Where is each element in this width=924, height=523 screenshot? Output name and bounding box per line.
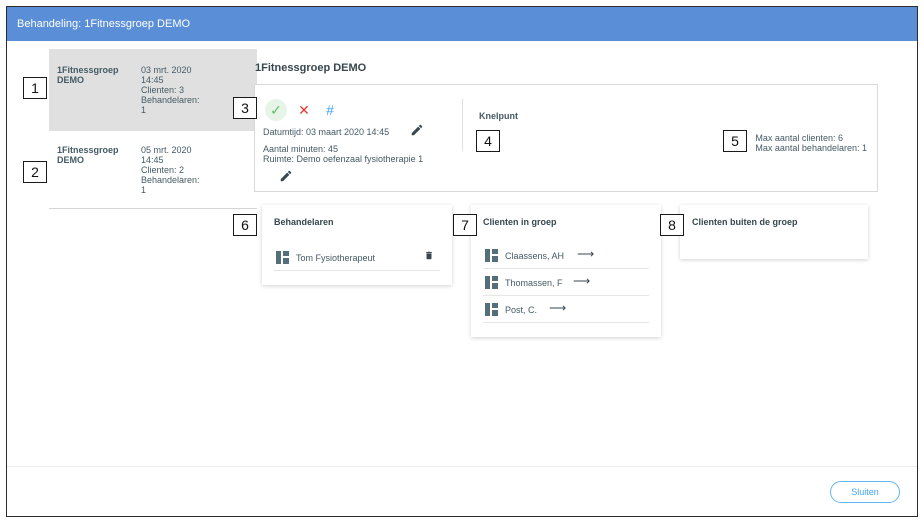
annotation-marker: 5 [723, 130, 747, 152]
session-name: 1Fitnessgroep DEMO [57, 145, 119, 165]
check-icon[interactable]: ✓ [265, 99, 287, 121]
close-button[interactable]: Sluiten [830, 481, 900, 503]
page-title: 1Fitnessgroep DEMO [255, 62, 367, 74]
session-date: 03 mrt. 2020 [141, 65, 192, 75]
datetime-text: Datumtijd: 03 maart 2020 14:45 [263, 127, 390, 137]
session-meta: 05 mrt. 2020 14:45 Clienten: 2 Behandela… [141, 145, 253, 195]
session-clients: Clienten: 3 [141, 85, 185, 95]
person-icon [485, 249, 498, 262]
client-name: Post, C. [505, 305, 538, 315]
person-icon [485, 303, 498, 316]
list-item[interactable]: Claassens, AH ⟶ [483, 243, 649, 269]
person-icon [485, 276, 498, 289]
person-icon [276, 251, 289, 264]
clients-outside-group-card: Clienten buiten de groep [680, 205, 868, 259]
session-time: 14:45 [141, 75, 164, 85]
annotation-marker: 3 [233, 97, 257, 119]
list-item[interactable]: Tom Fysiotherapeut [274, 245, 440, 271]
therapists-card-title: Behandelaren [274, 217, 334, 227]
annotation-marker: 6 [233, 214, 257, 236]
close-icon[interactable]: ✕ [293, 99, 315, 121]
session-item-1[interactable]: 1Fitnessgroep DEMO 03 mrt. 2020 14:45 Cl… [49, 49, 257, 131]
delete-icon[interactable] [424, 249, 434, 262]
dialog-title: Behandeling: 1Fitnessgroep DEMO [7, 7, 917, 41]
clients-card-title: Clienten in groep [483, 217, 557, 227]
session-time: 14:45 [141, 155, 164, 165]
knelpunt-label: Knelpunt [479, 111, 518, 121]
list-item[interactable]: Post, C. ⟶ [483, 297, 649, 323]
annotation-marker: 2 [23, 161, 47, 183]
arrow-right-icon[interactable]: ⟶ [549, 301, 566, 315]
session-date: 05 mrt. 2020 [141, 145, 192, 155]
footer-divider [7, 466, 917, 467]
session-therapists-count: 1 [141, 185, 147, 195]
client-name: Thomassen, F [505, 278, 563, 288]
max-therapists-text: Max aantal behandelaren: 1 [755, 143, 867, 153]
session-list: 1Fitnessgroep DEMO 03 mrt. 2020 14:45 Cl… [49, 49, 257, 209]
capacity-info: Max aantal clienten: 6 Max aantal behand… [755, 133, 867, 153]
annotation-marker: 1 [23, 77, 47, 99]
session-clients: Clienten: 2 [141, 165, 185, 175]
minutes-text: Aantal minuten: 45 [263, 144, 339, 154]
hash-icon[interactable]: # [319, 99, 341, 121]
dialog-window: Behandeling: 1Fitnessgroep DEMO 1Fitness… [6, 6, 918, 517]
arrow-right-icon[interactable]: ⟶ [577, 247, 594, 261]
clients-in-group-card: Clienten in groep Claassens, AH ⟶ Thomas… [471, 205, 661, 337]
session-item-2[interactable]: 1Fitnessgroep DEMO 05 mrt. 2020 14:45 Cl… [49, 129, 257, 211]
therapists-card: Behandelaren Tom Fysiotherapeut [262, 205, 452, 285]
annotation-marker: 7 [453, 214, 477, 236]
divider [462, 99, 463, 151]
annotation-marker: 4 [476, 130, 500, 152]
therapist-name: Tom Fysiotherapeut [296, 253, 376, 263]
edit-room-icon[interactable] [279, 169, 293, 183]
session-name: 1Fitnessgroep DEMO [57, 65, 119, 85]
room-text: Ruimte: Demo oefenzaal fysiotherapie 1 [263, 154, 424, 164]
outside-card-title: Clienten buiten de groep [692, 217, 798, 227]
arrow-right-icon[interactable]: ⟶ [573, 274, 590, 288]
annotation-marker: 8 [660, 214, 684, 236]
session-info-card: ✓ ✕ # Datumtijd: 03 maart 2020 14:45 Aan… [254, 84, 878, 192]
edit-datetime-icon[interactable] [410, 123, 424, 137]
session-therapists-label: Behandelaren: [141, 175, 200, 185]
list-item[interactable]: Thomassen, F ⟶ [483, 270, 649, 296]
max-clients-text: Max aantal clienten: 6 [755, 133, 843, 143]
client-name: Claassens, AH [505, 251, 565, 261]
